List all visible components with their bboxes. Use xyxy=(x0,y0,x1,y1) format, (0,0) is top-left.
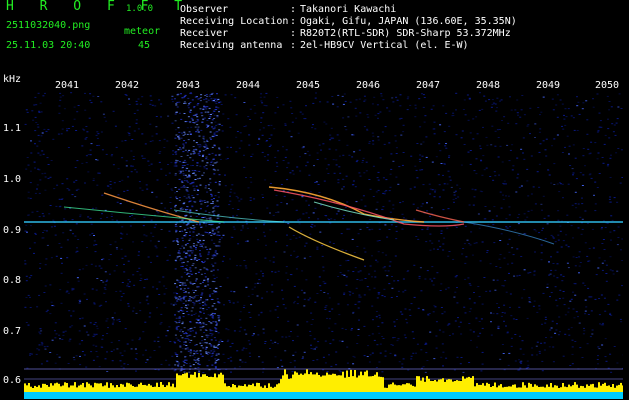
plot-background xyxy=(24,92,623,399)
file-name: 2511032040.png xyxy=(6,20,91,31)
histogram-baseline xyxy=(24,392,623,399)
x-tick-label: 2043 xyxy=(175,80,201,91)
observer-label: Observer xyxy=(180,4,229,15)
x-tick-label: 2042 xyxy=(114,80,140,91)
y-tick-label: 1.1 xyxy=(3,123,22,134)
y-tick-label: 0.8 xyxy=(3,275,22,286)
antenna-label: Receiving antenna xyxy=(180,40,283,51)
capture-datetime: 25.11.03 20:40 xyxy=(6,40,91,51)
x-tick-label: 2050 xyxy=(594,80,620,91)
hrofft-spectrogram-window: H R O F F T 1.0.0 2511032040.png 25.11.0… xyxy=(0,0,629,400)
app-brand: H R O F F T xyxy=(6,0,192,14)
antenna-value: 2el-HB9CV Vertical (el. E-W) xyxy=(300,40,469,51)
observer-colon: : xyxy=(290,4,297,15)
receiver-colon: : xyxy=(290,28,297,39)
y-axis-unit: kHz xyxy=(3,74,22,85)
location-value: Ogaki, Gifu, JAPAN (136.60E, 35.35N) xyxy=(300,16,517,27)
meteor-label: meteor xyxy=(124,26,161,37)
observer-value: Takanori Kawachi xyxy=(300,4,397,15)
meteor-count: 45 xyxy=(138,40,151,51)
x-tick-label: 2041 xyxy=(54,80,80,91)
x-tick-label: 2046 xyxy=(355,80,381,91)
x-tick-label: 2049 xyxy=(535,80,561,91)
antenna-colon: : xyxy=(290,40,297,51)
location-label: Receiving Location xyxy=(180,16,289,27)
y-tick-label: 0.7 xyxy=(3,326,22,337)
x-tick-label: 2048 xyxy=(475,80,501,91)
y-tick-label: 0.6 xyxy=(3,375,22,386)
receiver-value: R820T2(RTL-SDR) SDR-Sharp 53.372MHz xyxy=(300,28,511,39)
x-tick-label: 2044 xyxy=(235,80,261,91)
app-version: 1.0.0 xyxy=(126,4,154,14)
location-colon: : xyxy=(290,16,297,27)
x-tick-label: 2045 xyxy=(295,80,321,91)
y-tick-label: 1.0 xyxy=(3,174,22,185)
receiver-label: Receiver xyxy=(180,28,229,39)
y-tick-label: 0.9 xyxy=(3,225,22,236)
x-tick-label: 2047 xyxy=(415,80,441,91)
spectrogram-plot xyxy=(24,92,623,399)
